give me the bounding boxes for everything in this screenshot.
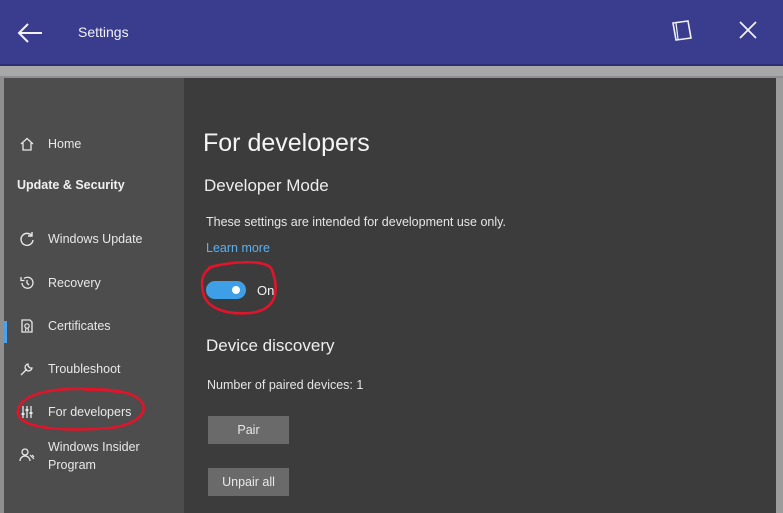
history-icon <box>18 274 36 292</box>
sidebar-item-label: Recovery <box>48 276 101 290</box>
sidebar-item-certificates[interactable]: Certificates <box>18 313 111 339</box>
back-arrow-icon <box>17 23 42 43</box>
toggle-switch[interactable] <box>206 281 246 299</box>
sidebar-item-windows-update[interactable]: Windows Update <box>18 226 143 252</box>
window-frame-icon <box>672 20 692 41</box>
active-indicator <box>4 321 7 343</box>
window-edge <box>776 78 783 513</box>
insider-icon <box>18 446 36 464</box>
unpair-all-button[interactable]: Unpair all <box>208 468 289 496</box>
window-title: Settings <box>78 24 129 40</box>
sidebar-item-troubleshoot[interactable]: Troubleshoot <box>18 356 121 382</box>
page-title: For developers <box>203 129 370 157</box>
sidebar-section-title: Update & Security <box>17 178 125 192</box>
toggle-state-label: On <box>257 282 275 298</box>
sidebar-item-windows-insider[interactable]: Windows Insider Program <box>18 438 158 478</box>
developer-tools-icon <box>18 403 36 421</box>
sidebar-item-for-developers[interactable]: For developers <box>18 399 131 425</box>
sync-icon <box>18 230 36 248</box>
sidebar-item-label: Troubleshoot <box>48 362 121 376</box>
sidebar: Home Update & Security Windows Update Re… <box>4 78 184 513</box>
developer-mode-heading: Developer Mode <box>204 176 329 195</box>
home-icon <box>18 135 36 153</box>
pair-button[interactable]: Pair <box>208 416 289 444</box>
certificate-icon <box>18 317 36 335</box>
sidebar-item-label: Windows Insider Program <box>48 440 140 472</box>
title-bar: Settings <box>0 0 783 66</box>
close-button[interactable] <box>730 12 766 48</box>
back-button[interactable] <box>10 14 50 52</box>
main-content: For developers Developer Mode These sett… <box>184 78 776 513</box>
developer-mode-description: These settings are intended for developm… <box>206 215 506 229</box>
window-frame-button[interactable] <box>664 12 700 48</box>
sidebar-item-label: Certificates <box>48 319 111 333</box>
sidebar-item-label: Home <box>48 137 82 151</box>
sidebar-item-label: Windows Update <box>48 232 143 246</box>
sidebar-item-home[interactable]: Home <box>18 131 81 157</box>
sidebar-item-recovery[interactable]: Recovery <box>18 270 101 296</box>
paired-devices-count: Number of paired devices: 1 <box>207 378 364 392</box>
learn-more-link[interactable]: Learn more <box>206 241 270 255</box>
sidebar-item-label: For developers <box>48 405 132 419</box>
device-discovery-heading: Device discovery <box>206 336 335 355</box>
developer-mode-toggle[interactable]: On <box>206 281 274 299</box>
close-icon <box>739 21 757 39</box>
wrench-icon <box>18 360 36 378</box>
toggle-knob <box>232 286 240 294</box>
window-gap <box>0 66 783 76</box>
